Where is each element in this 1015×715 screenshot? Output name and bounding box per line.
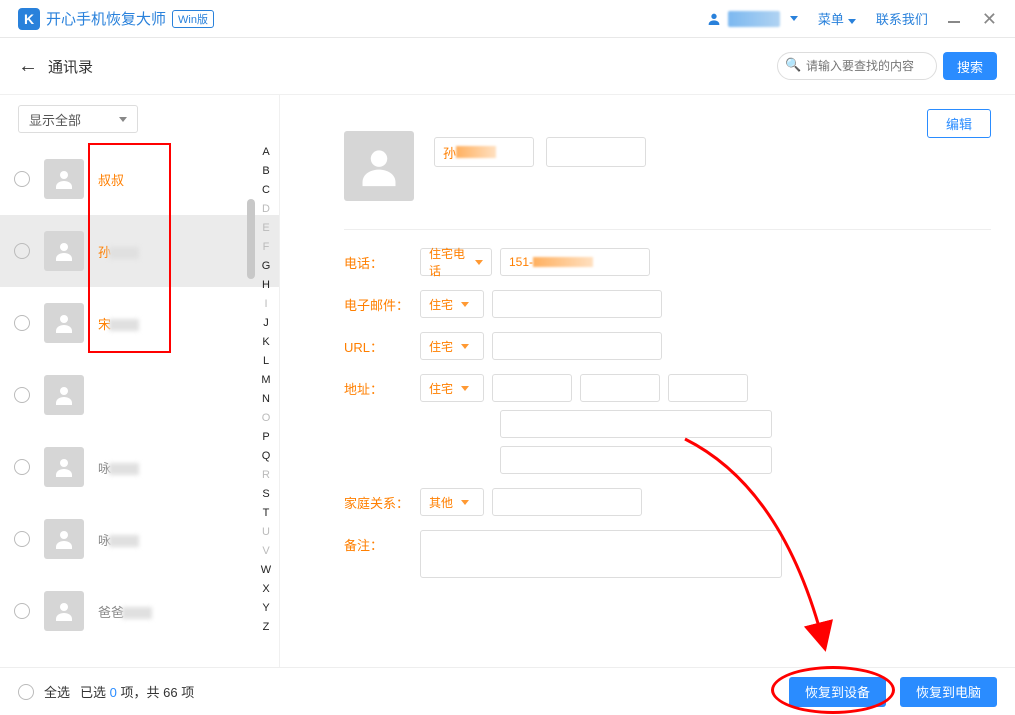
contact-item[interactable]: 咏 [0,431,279,503]
contact-item[interactable]: 叔叔 [0,143,279,215]
family-type-select[interactable]: 其他 [420,488,484,516]
email-type-select[interactable]: 住宅 [420,290,484,318]
select-radio[interactable] [14,387,30,403]
search-button[interactable]: 搜索 [943,52,997,80]
footer: 全选 已选 0 项，共 66 项 恢复到设备 恢复到电脑 [0,667,1015,715]
phone-type-select[interactable]: 住宅电话 [420,248,492,276]
address-input-3[interactable] [668,374,748,402]
edit-button[interactable]: 编辑 [927,109,991,138]
avatar-large [344,131,414,201]
contact-us-link[interactable]: 联系我们 [876,9,928,28]
avatar-icon [44,303,84,343]
restore-to-device-button[interactable]: 恢复到设备 [789,677,886,707]
address-input-4[interactable] [500,410,772,438]
select-radio[interactable] [14,315,30,331]
address-label: 地址： [344,374,420,398]
avatar-icon [44,519,84,559]
address-input-1[interactable] [492,374,572,402]
last-name-field[interactable]: 孙 [434,137,534,167]
alphabet-index[interactable]: A B C D E F G H I J K L M N O P Q R S T … [257,143,275,637]
contact-list[interactable]: 叔叔 孙 宋 咏 [0,143,279,667]
contact-item[interactable]: 咏 [0,503,279,575]
url-input[interactable] [492,332,662,360]
remark-label: 备注： [344,530,420,554]
contact-name: 叔叔 [98,170,124,189]
email-input[interactable] [492,290,662,318]
phone-input[interactable]: 151- [500,248,650,276]
select-all-radio[interactable] [18,684,34,700]
app-title: 开心手机恢复大师 [46,8,166,29]
restore-to-computer-button[interactable]: 恢复到电脑 [900,677,997,707]
contact-list-pane: 显示全部 叔叔 孙 宋 [0,95,280,667]
email-label: 电子邮件： [344,290,420,314]
user-icon [706,11,722,27]
titlebar: K 开心手机恢复大师 Win版 菜单 联系我们 ✕ [0,0,1015,38]
url-type-select[interactable]: 住宅 [420,332,484,360]
close-button[interactable]: ✕ [982,10,997,28]
filter-select[interactable]: 显示全部 [18,105,138,133]
contact-name: 咏 [98,530,139,549]
select-radio[interactable] [14,603,30,619]
select-radio[interactable] [14,459,30,475]
avatar-icon [44,591,84,631]
contact-name: 孙 [98,242,139,261]
page-title: 通讯录 [48,56,93,77]
select-radio[interactable] [14,531,30,547]
remark-textarea[interactable] [420,530,782,578]
select-radio[interactable] [14,243,30,259]
chevron-down-icon [119,117,127,122]
user-menu[interactable] [706,11,798,27]
selection-count: 已选 0 项，共 66 项 [80,682,194,701]
avatar-icon [44,375,84,415]
avatar-icon [44,159,84,199]
family-label: 家庭关系： [344,488,420,512]
address-type-select[interactable]: 住宅 [420,374,484,402]
chevron-down-icon [790,16,798,21]
toolbar: ← 通讯录 🔍 搜索 [0,38,1015,94]
address-input-5[interactable] [500,446,772,474]
contact-detail-pane: 编辑 孙 电话： 住宅电话 151- 电子邮件： 住宅 URL： [280,95,1015,667]
contact-item[interactable]: 爸爸 [0,575,279,647]
contact-item[interactable]: 孙 [0,215,279,287]
filter-label: 显示全部 [29,110,81,129]
url-label: URL： [344,332,420,356]
minimize-button[interactable] [948,21,960,23]
phone-label: 电话： [344,248,420,272]
menu-dropdown[interactable]: 菜单 [818,9,856,28]
contact-name: 爸爸 [98,602,152,621]
win-badge: Win版 [172,10,214,28]
scrollbar-thumb[interactable] [247,199,255,279]
contact-item[interactable]: 宋 [0,287,279,359]
back-button[interactable]: ← [18,55,38,78]
avatar-icon [44,447,84,487]
contact-name: 宋 [98,314,139,333]
contact-name: 咏 [98,458,139,477]
app-logo: K [18,8,40,30]
contact-item[interactable] [0,359,279,431]
search-icon: 🔍 [785,57,801,73]
first-name-field[interactable] [546,137,646,167]
select-radio[interactable] [14,171,30,187]
avatar-icon [44,231,84,271]
family-input[interactable] [492,488,642,516]
chevron-down-icon [848,19,856,24]
select-all-label[interactable]: 全选 [44,682,70,701]
address-input-2[interactable] [580,374,660,402]
